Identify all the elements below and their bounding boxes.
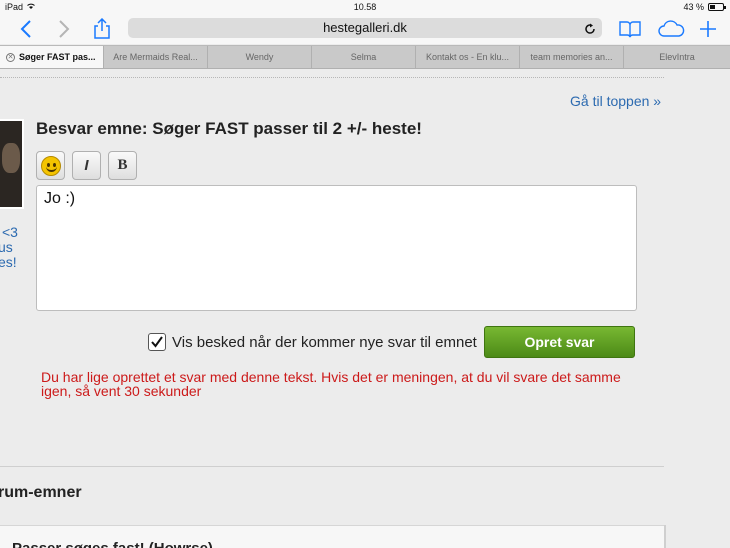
forward-icon[interactable] (52, 17, 76, 41)
avatar[interactable] (0, 119, 24, 209)
italic-button[interactable]: I (72, 151, 101, 180)
side-line: us (0, 239, 13, 255)
tab-kontakt[interactable]: Kontakt os - En klu... (416, 46, 520, 68)
status-time: 10.58 (353, 2, 377, 12)
back-to-top-link[interactable]: Gå til toppen » (570, 93, 661, 109)
side-text: <3 us es! (0, 225, 18, 270)
error-message: Du har lige oprettet et svar med denne t… (41, 369, 621, 399)
reload-icon[interactable] (584, 18, 596, 38)
new-tab-icon[interactable] (696, 17, 720, 41)
share-icon[interactable] (90, 17, 114, 41)
card-edge (664, 525, 666, 548)
tab-label: Søger FAST pas... (19, 52, 96, 62)
side-line: <3 (2, 224, 18, 240)
tab-mermaids[interactable]: Are Mermaids Real... (104, 46, 208, 68)
status-right: 43 % (683, 2, 726, 12)
back-icon[interactable] (14, 17, 38, 41)
bookmarks-icon[interactable] (618, 17, 642, 41)
url-text: hestegalleri.dk (323, 20, 407, 35)
section-title: rum-emner (0, 484, 82, 501)
reply-title: Besvar emne: Søger FAST passer til 2 +/-… (36, 119, 422, 138)
submit-reply-button[interactable]: Opret svar (484, 326, 635, 358)
tab-bar: ✕ Søger FAST pas... Are Mermaids Real... … (0, 45, 730, 69)
topic-card[interactable]: Passer søges fast! (Howrse) (0, 525, 664, 548)
cloud-tabs-icon[interactable] (656, 17, 686, 41)
tab-team-memories[interactable]: team memories an... (520, 46, 624, 68)
page-content: Gå til toppen » <3 us es! Besvar emne: S… (0, 69, 730, 548)
status-bar: iPad 10.58 43 % (0, 0, 730, 14)
notify-checkbox[interactable] (148, 333, 166, 351)
tab-soger-fast[interactable]: ✕ Søger FAST pas... (0, 46, 104, 68)
address-bar[interactable]: hestegalleri.dk (128, 18, 602, 38)
smiley-icon (40, 155, 61, 176)
close-tab-icon[interactable]: ✕ (6, 53, 15, 63)
browser-toolbar: hestegalleri.dk (0, 14, 730, 44)
battery-percent: 43 % (683, 2, 704, 12)
section-divider (0, 466, 664, 467)
reply-textarea[interactable]: Jo :) (36, 185, 637, 311)
tab-selma[interactable]: Selma (312, 46, 416, 68)
bold-button[interactable]: B (108, 151, 137, 180)
divider (0, 77, 664, 78)
smiley-button[interactable] (36, 151, 65, 180)
battery-icon (708, 3, 726, 11)
notify-label[interactable]: Vis besked når der kommer nye svar til e… (172, 334, 477, 351)
topic-title[interactable]: Passer søges fast! (Howrse) (12, 540, 213, 548)
checkmark-icon (151, 336, 163, 348)
side-line: es! (0, 254, 17, 270)
tab-elevintra[interactable]: ElevIntra (624, 46, 730, 68)
tab-wendy[interactable]: Wendy (208, 46, 312, 68)
